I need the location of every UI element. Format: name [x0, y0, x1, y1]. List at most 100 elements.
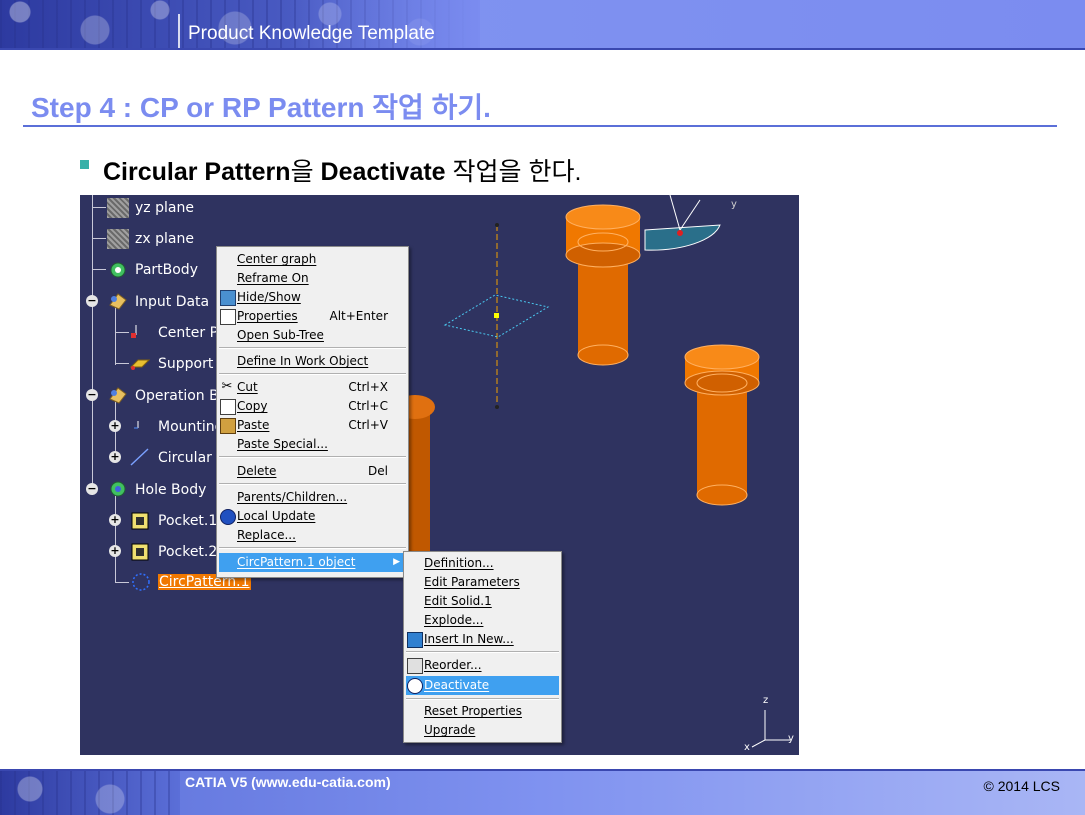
menu-label: Copy [237, 399, 268, 413]
submenu-item-definition[interactable]: Definition... [404, 554, 561, 573]
collapse-icon[interactable]: − [86, 295, 98, 307]
menu-label: Definition... [424, 556, 494, 570]
footer-left-text: CATIA V5 (www.edu-catia.com) [185, 774, 391, 790]
menu-label: Local Update [237, 509, 316, 523]
submenu-item-edit-parameters[interactable]: Edit Parameters [404, 573, 561, 592]
menu-item-replace[interactable]: Replace... [217, 526, 408, 545]
submenu-arrow-icon: ▶ [393, 557, 400, 567]
menu-separator [219, 456, 406, 458]
menu-item-center-graph[interactable]: Center graph [217, 250, 408, 269]
tree-label: Input Data [135, 294, 210, 310]
menu-shortcut: Ctrl+X [348, 380, 388, 394]
paste-icon [220, 418, 236, 434]
header-underline [0, 48, 1085, 50]
update-icon [220, 509, 236, 525]
bullet-icon [80, 160, 89, 169]
body-icon [107, 291, 129, 311]
bullet-tail: 작업을 한다. [445, 158, 582, 186]
menu-label: Explode... [424, 613, 484, 627]
tree-label: PartBody [135, 262, 198, 278]
menu-separator [219, 347, 406, 349]
menu-separator [406, 651, 559, 653]
expand-icon[interactable]: + [109, 451, 121, 463]
pocket-icon [130, 542, 152, 562]
tree-item-yz-plane[interactable]: yz plane [80, 197, 280, 219]
menu-item-paste[interactable]: Paste Ctrl+V [217, 416, 408, 435]
menu-item-parents-children[interactable]: Parents/Children... [217, 488, 408, 507]
axis-z-label: z [763, 695, 769, 706]
plane-icon [128, 353, 151, 373]
menu-shortcut: Del [368, 464, 388, 478]
submenu-item-deactivate[interactable]: Deactivate [406, 676, 559, 695]
expand-icon[interactable]: + [109, 420, 121, 432]
menu-label: Center graph [237, 252, 317, 266]
menu-item-local-update[interactable]: Local Update [217, 507, 408, 526]
tree-label: Circular P [158, 450, 225, 466]
menu-item-delete[interactable]: Delete Del [217, 462, 408, 481]
header-bar: Product Knowledge Template [0, 0, 1085, 50]
bullet-strong-1: Circular Pattern [103, 158, 291, 186]
menu-item-paste-special[interactable]: Paste Special... [217, 435, 408, 454]
footer-topline [0, 769, 1085, 771]
submenu-item-edit-solid[interactable]: Edit Solid.1 [404, 592, 561, 611]
title-rule [23, 125, 1057, 127]
plane-icon [107, 198, 129, 218]
header-title: Product Knowledge Template [188, 23, 435, 44]
menu-label: Parents/Children... [237, 490, 348, 504]
menu-item-cut[interactable]: ✂ Cut Ctrl+X [217, 378, 408, 397]
menu-label: Reorder... [424, 658, 482, 672]
menu-item-properties[interactable]: Properties Alt+Enter [217, 307, 408, 326]
submenu-item-explode[interactable]: Explode... [404, 611, 561, 630]
submenu-item-insert-in-new[interactable]: Insert In New... [404, 630, 561, 649]
reorder-icon [407, 658, 423, 674]
submenu-item-reorder[interactable]: Reorder... [404, 656, 561, 675]
tree-label: Hole Body [135, 482, 207, 498]
menu-label: Delete [237, 464, 277, 478]
menu-separator [219, 547, 406, 549]
bullet-text: Circular Pattern을 Deactivate 작업을 한다. [103, 152, 581, 188]
menu-item-circpattern-object[interactable]: CircPattern.1 object ▶ [219, 553, 406, 572]
menu-item-define-in-work-object[interactable]: Define In Work Object [217, 352, 408, 371]
copy-icon [220, 399, 236, 415]
header-divider [178, 14, 180, 48]
menu-shortcut: Ctrl+C [348, 399, 388, 413]
menu-label: Paste Special... [237, 437, 328, 451]
menu-item-hide-show[interactable]: Hide/Show [217, 288, 408, 307]
tree-label: Pocket.2 [158, 544, 218, 560]
catia-viewport[interactable]: z y x y yz plane zx plane PartBody − Inp… [80, 195, 799, 755]
collapse-icon[interactable]: − [86, 483, 98, 495]
menu-label: Reframe On [237, 271, 309, 285]
menu-label: Open Sub-Tree [237, 328, 324, 342]
insert-icon [407, 632, 423, 648]
menu-separator [219, 373, 406, 375]
menu-label: Properties [237, 309, 298, 323]
menu-shortcut: Ctrl+V [348, 418, 388, 432]
plane-icon [107, 229, 129, 249]
axis-y-label: y [788, 733, 794, 744]
submenu-item-upgrade[interactable]: Upgrade [404, 721, 561, 740]
disc-y-label: y [731, 199, 737, 210]
axis-x-label: x [744, 742, 750, 753]
expand-icon[interactable]: + [109, 545, 121, 557]
expand-icon[interactable]: + [109, 514, 121, 526]
menu-shortcut: Alt+Enter [329, 309, 388, 323]
tree-label: Pocket.1 [158, 513, 218, 529]
menu-label: Hide/Show [237, 290, 301, 304]
menu-separator [406, 698, 559, 700]
menu-label: Define In Work Object [237, 354, 369, 368]
context-menu: Center graph Reframe On Hide/Show Proper… [216, 246, 409, 578]
step-title: Step 4 : CP or RP Pattern 작업 하기. [31, 92, 491, 123]
menu-label: Replace... [237, 528, 296, 542]
properties-icon [220, 309, 236, 325]
menu-label: Reset Properties [424, 704, 522, 718]
footer-bar: CATIA V5 (www.edu-catia.com) © 2014 LCS [0, 769, 1085, 815]
menu-label: Cut [237, 380, 258, 394]
menu-item-open-sub-tree[interactable]: Open Sub-Tree [217, 326, 408, 345]
tree-branch-hole [115, 495, 116, 583]
submenu-item-reset-properties[interactable]: Reset Properties [404, 702, 561, 721]
deactivate-icon [407, 678, 423, 694]
menu-item-copy[interactable]: Copy Ctrl+C [217, 397, 408, 416]
bullet-mid: 을 [290, 158, 321, 186]
collapse-icon[interactable]: − [86, 389, 98, 401]
menu-item-reframe-on[interactable]: Reframe On [217, 269, 408, 288]
